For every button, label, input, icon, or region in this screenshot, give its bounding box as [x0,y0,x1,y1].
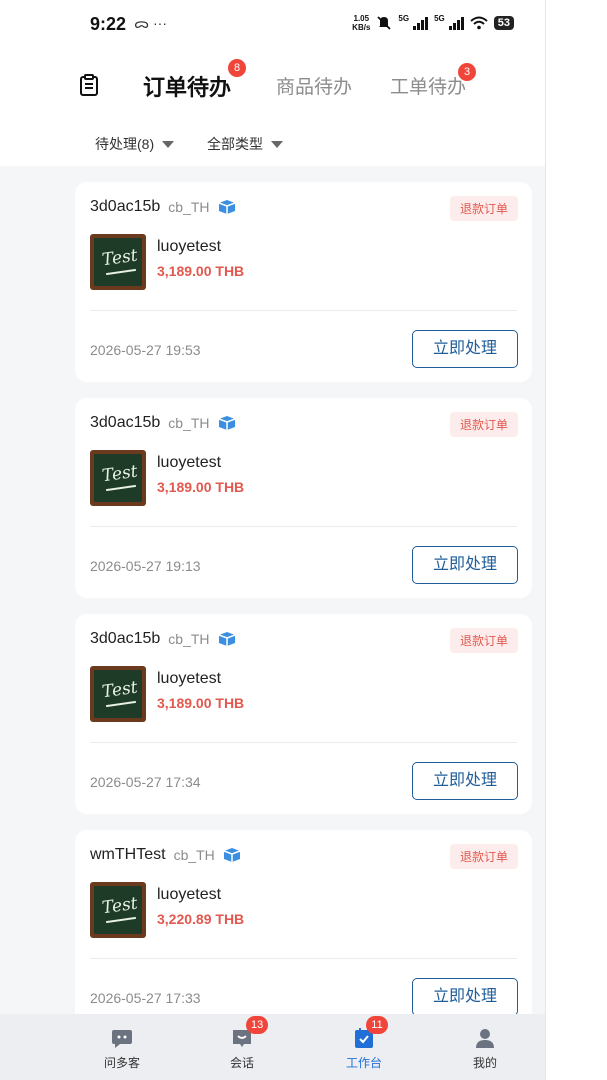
refund-order-tag: 退款订单 [449,628,518,653]
chat-bot-icon [112,1030,132,1048]
shop-name: cb_TH [168,631,210,647]
product-price: 3,189.00 THB [157,479,245,495]
caret-down-icon [271,140,283,148]
battery-icon: 53 [493,16,514,30]
refund-order-tag: 退款订单 [449,196,518,221]
signal-icon-2 [448,16,464,30]
order-id: wmTHTest [90,846,166,863]
product-thumbnail: Test [90,882,146,938]
shop-name: cb_TH [168,199,210,215]
divider [90,742,517,743]
product-name: luoyetest [157,886,222,903]
nav-label-profile: 我的 [472,1056,497,1070]
package-icon [218,200,235,214]
package-icon [218,632,235,646]
todo-header: 订单待办 8 商品待办 工单待办 3 [0,50,545,120]
thumbnail-text: Test [100,677,139,703]
mute-icon [377,16,392,30]
status-bar: 9:22 ᯅ ··· 1.05 KB/s 5G 5G 53 [0,0,545,50]
shop-name: cb_TH [168,415,210,431]
process-now-button[interactable]: 立即处理 [412,546,518,584]
refund-order-tag: 退款订单 [449,412,518,437]
tab-order-todo[interactable]: 订单待办 [143,70,231,102]
app-screen: 9:22 ᯅ ··· 1.05 KB/s 5G 5G 53 订单待办 8 商品待… [0,0,546,1080]
nav-item-workbench[interactable]: 11 工作台 [304,1014,424,1080]
product-price: 3,220.89 THB [157,911,245,927]
thumbnail-text: Test [100,893,139,919]
order-id: 3d0ac15b [90,414,161,431]
tab-order-todo-badge: 8 [228,59,246,77]
tab-ticket-todo[interactable]: 工单待办 [390,72,466,99]
package-icon [218,416,235,430]
order-card[interactable]: 3d0ac15b cb_TH 退款订单 Test luoyetest 3,189… [75,614,532,814]
process-now-button[interactable]: 立即处理 [412,762,518,800]
product-thumbnail: Test [90,450,146,506]
network-speed: 1.05 KB/s [352,14,370,32]
order-card[interactable]: wmTHTest cb_TH 退款订单 Test luoyetest 3,220… [75,830,532,1030]
order-id: 3d0ac15b [90,630,161,647]
caret-down-icon [162,140,175,148]
tab-product-todo[interactable]: 商品待办 [276,72,352,99]
order-card[interactable]: 3d0ac15b cb_TH 退款订单 Test luoyetest 3,189… [75,398,532,598]
divider [90,310,517,311]
conversations-badge: 13 [246,1016,269,1034]
status-right-icons: 1.05 KB/s 5G 5G 53 [352,14,514,32]
filter-bar: 待处理(8) 全部类型 [0,120,545,166]
order-time: 2026-05-27 17:33 [90,990,201,1006]
status-time: 9:22 [90,14,127,34]
network-speed-value: 1.05 [353,14,370,23]
wifi-icon [470,16,488,30]
nav-label-assistant: 问多客 [103,1056,140,1070]
order-id: 3d0ac15b [90,198,161,215]
product-price: 3,189.00 THB [157,695,245,711]
status-filter-dropdown[interactable]: 待处理(8) [95,134,175,154]
network-type-1: 5G [398,14,410,23]
clipboard-icon[interactable] [79,74,99,96]
thumbnail-text: Test [100,245,139,271]
process-now-button[interactable]: 立即处理 [412,330,518,368]
nav-item-conversations[interactable]: 13 会话 [182,1014,302,1080]
nav-label-workbench: 工作台 [345,1056,382,1070]
order-time: 2026-05-27 19:53 [90,342,201,358]
network-speed-unit: KB/s [352,23,371,32]
process-now-button[interactable]: 立即处理 [412,978,518,1016]
product-name: luoyetest [157,670,222,687]
network-type-2: 5G [434,14,445,23]
order-time: 2026-05-27 19:13 [90,558,201,574]
package-icon [223,848,241,862]
product-thumbnail: Test [90,234,146,290]
status-notification-icons: ᯅ ··· [134,15,167,31]
thumbnail-text: Test [100,461,139,487]
shop-name: cb_TH [173,847,215,863]
type-filter-dropdown[interactable]: 全部类型 [207,134,283,154]
product-thumbnail: Test [90,666,146,722]
order-list: 3d0ac15b cb_TH 退款订单 Test luoyetest 3,189… [75,182,532,1046]
order-time: 2026-05-27 17:34 [90,774,201,790]
workbench-badge: 11 [366,1016,388,1034]
nav-label-conversations: 会话 [229,1056,254,1070]
status-filter-label: 待处理(8) [95,136,155,152]
divider [90,526,517,527]
bottom-nav: 问多客 13 会话 11 工作台 我的 [0,1014,545,1080]
nav-item-profile[interactable]: 我的 [425,1014,545,1080]
divider [90,958,517,959]
side-margin [546,0,607,1080]
order-card-header: 3d0ac15b cb_TH [90,630,236,648]
order-card-header: 3d0ac15b cb_TH [90,414,236,432]
order-card-header: 3d0ac15b cb_TH [90,198,236,216]
order-card-header: wmTHTest cb_TH [90,846,241,864]
profile-icon [476,1029,494,1048]
nav-item-assistant[interactable]: 问多客 [62,1014,182,1080]
signal-icon [413,16,429,30]
product-name: luoyetest [157,454,222,471]
tab-ticket-todo-badge: 3 [458,63,476,81]
product-name: luoyetest [157,238,222,255]
refund-order-tag: 退款订单 [449,844,518,869]
type-filter-label: 全部类型 [207,136,263,152]
product-price: 3,189.00 THB [157,263,245,279]
order-card[interactable]: 3d0ac15b cb_TH 退款订单 Test luoyetest 3,189… [75,182,532,382]
